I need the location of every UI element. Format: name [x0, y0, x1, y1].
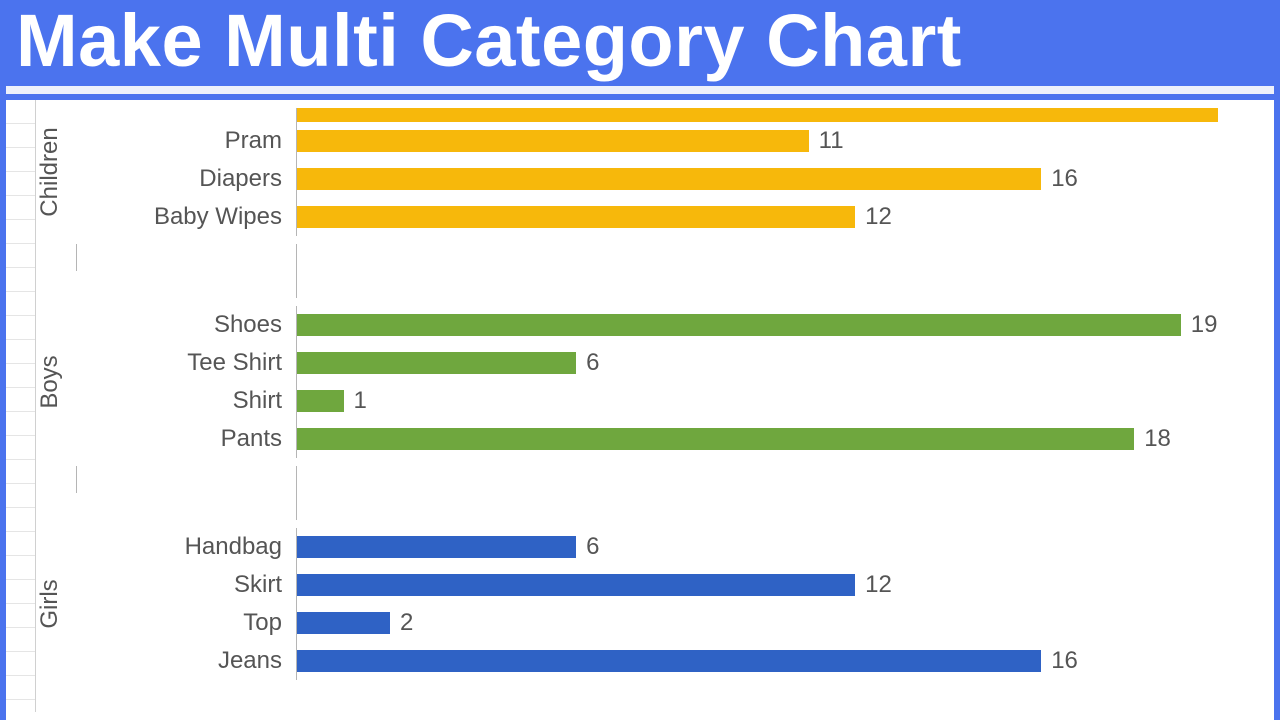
bar-value: 6	[586, 349, 599, 377]
chart-group-boys: Boys Shoes 19 Tee Shirt 6	[36, 298, 1266, 466]
chart-row: Tee Shirt 6	[86, 344, 1266, 382]
toolbar-strip	[6, 86, 1274, 100]
chart-row: Pants 18	[86, 420, 1266, 458]
bar-value: 1	[354, 387, 367, 415]
group-label: Children	[36, 127, 64, 216]
item-label: Shirt	[86, 387, 296, 415]
item-label: Shoes	[86, 311, 296, 339]
chart-row: Skirt 12	[86, 566, 1266, 604]
bar-value: 12	[865, 571, 892, 599]
chart-row: Pram 11	[86, 122, 1266, 160]
bar	[297, 612, 390, 634]
spreadsheet-area: Children Pram 11	[6, 100, 1274, 712]
chart-row: Baby Wipes 12	[86, 198, 1266, 236]
item-label: Tee Shirt	[86, 349, 296, 377]
bar	[297, 650, 1041, 672]
chart-row	[86, 108, 1266, 122]
bar	[297, 352, 576, 374]
bar	[297, 168, 1041, 190]
chart-group-girls: Girls Handbag 6 Skirt 12	[36, 520, 1266, 688]
bar-value: 19	[1191, 311, 1218, 339]
item-label: Diapers	[86, 165, 296, 193]
item-label: Pants	[86, 425, 296, 453]
chart-row: Top 2	[86, 604, 1266, 642]
bar	[297, 428, 1134, 450]
item-label	[86, 108, 296, 122]
chart-row: Diapers 16	[86, 160, 1266, 198]
bar-value: 16	[1051, 165, 1078, 193]
bar-value: 6	[586, 533, 599, 561]
group-separator	[36, 466, 1266, 520]
chart-row: Shirt 1	[86, 382, 1266, 420]
bar-value: 16	[1051, 647, 1078, 675]
chart: Children Pram 11	[36, 100, 1266, 712]
chart-row: Handbag 6	[86, 528, 1266, 566]
chart-row: Shoes 19	[86, 306, 1266, 344]
item-label: Pram	[86, 127, 296, 155]
chart-row: Jeans 16	[86, 642, 1266, 680]
page-title: Make Multi Category Chart	[6, 0, 1274, 86]
item-label: Jeans	[86, 647, 296, 675]
bar-value: 12	[865, 203, 892, 231]
bar	[297, 108, 1218, 122]
item-label: Top	[86, 609, 296, 637]
bar	[297, 574, 855, 596]
bar	[297, 314, 1181, 336]
chart-group-children: Children Pram 11	[36, 100, 1266, 244]
bar	[297, 390, 344, 412]
bar	[297, 130, 809, 152]
item-label: Handbag	[86, 533, 296, 561]
item-label: Skirt	[86, 571, 296, 599]
gridlines	[6, 100, 36, 712]
group-label: Girls	[36, 579, 64, 628]
bar	[297, 206, 855, 228]
group-label: Boys	[36, 355, 64, 408]
bar-value: 2	[400, 609, 413, 637]
bar	[297, 536, 576, 558]
bar-value: 18	[1144, 425, 1171, 453]
bar-value: 11	[819, 127, 844, 155]
item-label: Baby Wipes	[86, 203, 296, 231]
group-separator	[36, 244, 1266, 298]
